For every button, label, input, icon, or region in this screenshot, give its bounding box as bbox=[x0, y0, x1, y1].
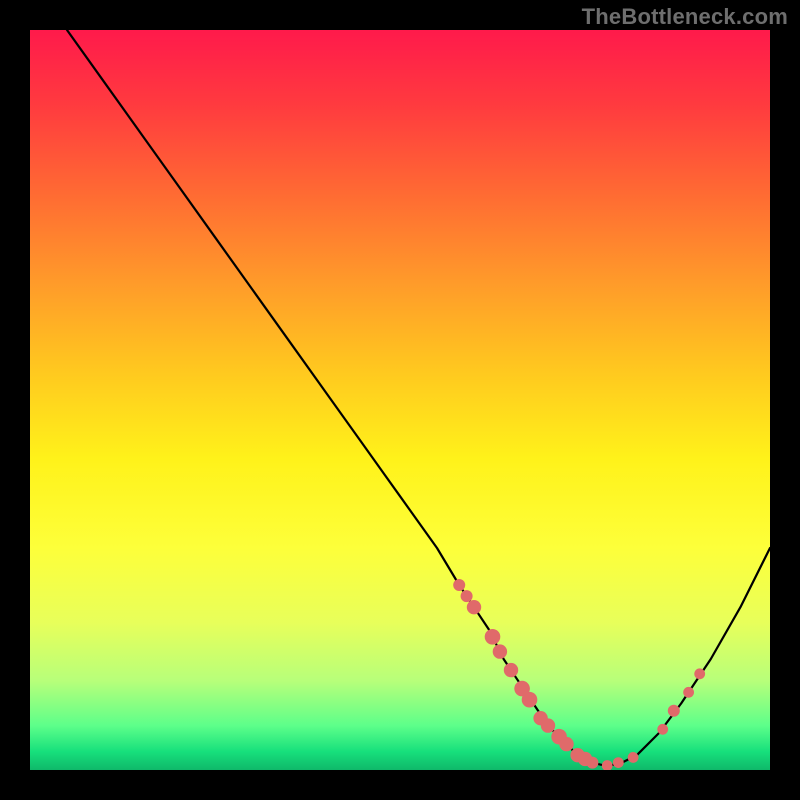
curve-marker bbox=[453, 579, 465, 591]
curve-marker bbox=[559, 737, 573, 751]
curve-marker bbox=[694, 668, 705, 679]
curve-marker bbox=[493, 644, 507, 658]
curve-marker bbox=[683, 687, 694, 698]
curve-marker bbox=[586, 757, 598, 769]
curve-marker bbox=[522, 692, 538, 708]
curve-marker bbox=[602, 760, 613, 770]
curve-marker bbox=[461, 590, 473, 602]
curve-marker bbox=[467, 600, 481, 614]
curve-marker bbox=[504, 663, 518, 677]
curve-marker bbox=[485, 629, 501, 645]
curve-marker bbox=[657, 724, 668, 735]
chart-frame: TheBottleneck.com bbox=[0, 0, 800, 800]
bottleneck-curve bbox=[67, 30, 770, 766]
curve-marker bbox=[628, 752, 639, 763]
curve-marker bbox=[668, 705, 680, 717]
curve-markers bbox=[453, 579, 705, 770]
chart-svg bbox=[30, 30, 770, 770]
curve-marker bbox=[541, 718, 555, 732]
plot-area bbox=[30, 30, 770, 770]
curve-marker bbox=[613, 757, 624, 768]
attribution-label: TheBottleneck.com bbox=[582, 4, 788, 30]
